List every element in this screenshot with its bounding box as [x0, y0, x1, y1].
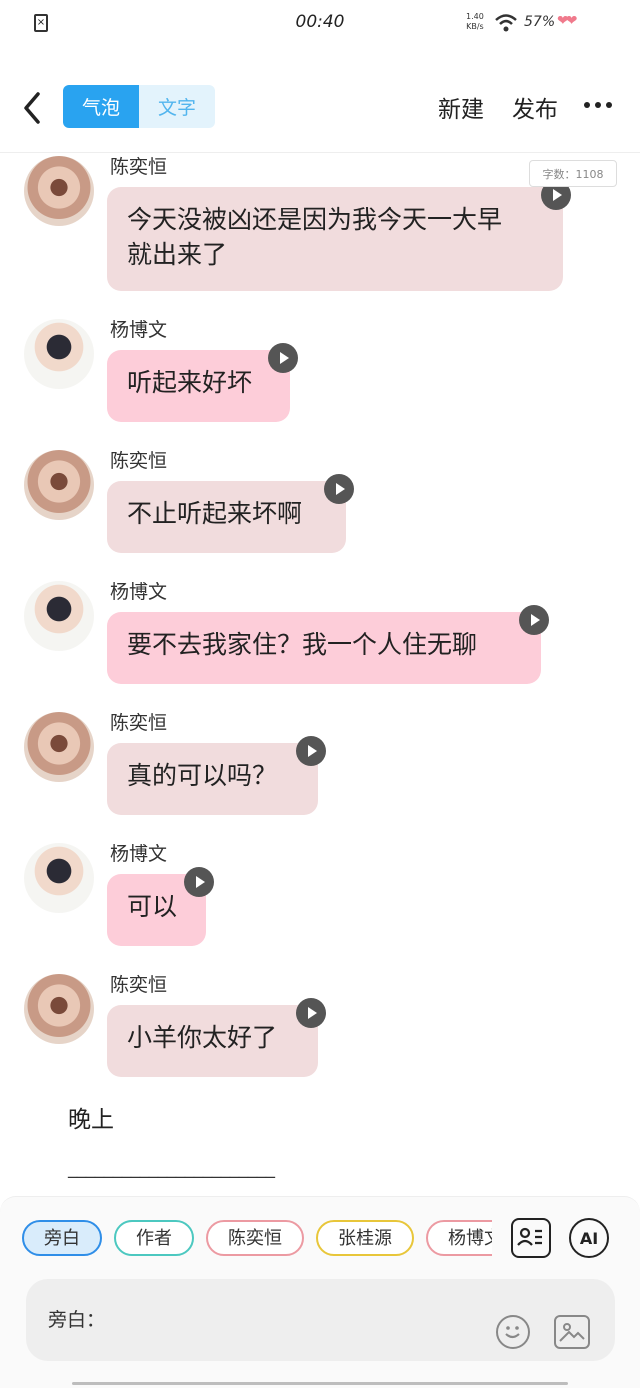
chip-yang-bowen[interactable]: 杨博文 [426, 1220, 492, 1256]
avatar[interactable] [24, 319, 94, 389]
speaker-name: 陈奕恒 [110, 156, 168, 178]
message-bubble[interactable]: 今天没被凶还是因为我今天一大早 就出来了 [107, 187, 563, 291]
message-bubble[interactable]: 小羊你太好了 [107, 1005, 318, 1077]
wifi-icon [495, 14, 517, 32]
chip-narrator[interactable]: 旁白 [22, 1220, 102, 1256]
network-speed: 1.40 KB/s [466, 12, 484, 31]
bottom-panel: 旁白作者陈奕恒张桂源杨博文 AI 旁白： [0, 1196, 640, 1388]
image-icon[interactable] [554, 1315, 590, 1349]
speaker-name: 陈奕恒 [110, 450, 168, 472]
narration-text[interactable]: 晚上 [68, 1100, 114, 1134]
word-count-badge: 字数：1108 [529, 160, 617, 187]
publish-button[interactable]: 发布 [512, 90, 558, 124]
avatar[interactable] [24, 450, 94, 520]
message-bubble[interactable]: 不止听起来坏啊 [107, 481, 346, 553]
avatar[interactable] [24, 843, 94, 913]
play-audio-icon[interactable] [296, 736, 326, 766]
more-horizontal-icon[interactable] [584, 102, 612, 108]
contact-card-icon[interactable] [511, 1218, 551, 1258]
play-audio-icon[interactable] [268, 343, 298, 373]
chip-author[interactable]: 作者 [114, 1220, 194, 1256]
avatar[interactable] [24, 712, 94, 782]
separator-line: _______________________ [68, 1158, 275, 1179]
speaker-name: 陈奕恒 [110, 712, 168, 734]
tab-bubble[interactable]: 气泡 [63, 85, 139, 128]
battery-level: 57% [524, 14, 556, 30]
heart-battery-icon: ❤❤ [557, 13, 578, 29]
speaker-name: 杨博文 [110, 843, 168, 865]
chip-chen-yiheng[interactable]: 陈奕恒 [206, 1220, 304, 1256]
horizontal-scrollbar[interactable] [72, 1382, 568, 1385]
avatar[interactable] [24, 581, 94, 651]
avatar[interactable] [24, 156, 94, 226]
status-bar: × 00:40 1.40 KB/s 57% ❤❤ [0, 0, 640, 50]
play-audio-icon[interactable] [296, 998, 326, 1028]
mode-toggle: 气泡 文字 [63, 85, 215, 128]
smiley-icon[interactable] [496, 1315, 530, 1349]
chip-zhang-guiyuan[interactable]: 张桂源 [316, 1220, 414, 1256]
speaker-name: 陈奕恒 [110, 974, 168, 996]
play-audio-icon[interactable] [324, 474, 354, 504]
message-bubble[interactable]: 要不去我家住？我一个人住无聊 [107, 612, 541, 684]
input-prefix: 旁白： [48, 1309, 106, 1331]
role-chip-list: 旁白作者陈奕恒张桂源杨博文 [22, 1220, 492, 1260]
message-input[interactable]: 旁白： [26, 1279, 615, 1361]
speaker-name: 杨博文 [110, 319, 168, 341]
ai-button[interactable]: AI [569, 1218, 609, 1258]
speaker-name: 杨博文 [110, 581, 168, 603]
avatar[interactable] [24, 974, 94, 1044]
tab-text[interactable]: 文字 [139, 85, 215, 128]
message-bubble[interactable]: 听起来好坏 [107, 350, 290, 422]
play-audio-icon[interactable] [184, 867, 214, 897]
play-audio-icon[interactable] [519, 605, 549, 635]
message-bubble[interactable]: 真的可以吗？ [107, 743, 318, 815]
top-nav: 气泡 文字 新建 发布 [0, 60, 640, 153]
chevron-left-icon[interactable] [18, 88, 48, 128]
new-button[interactable]: 新建 [438, 90, 484, 124]
